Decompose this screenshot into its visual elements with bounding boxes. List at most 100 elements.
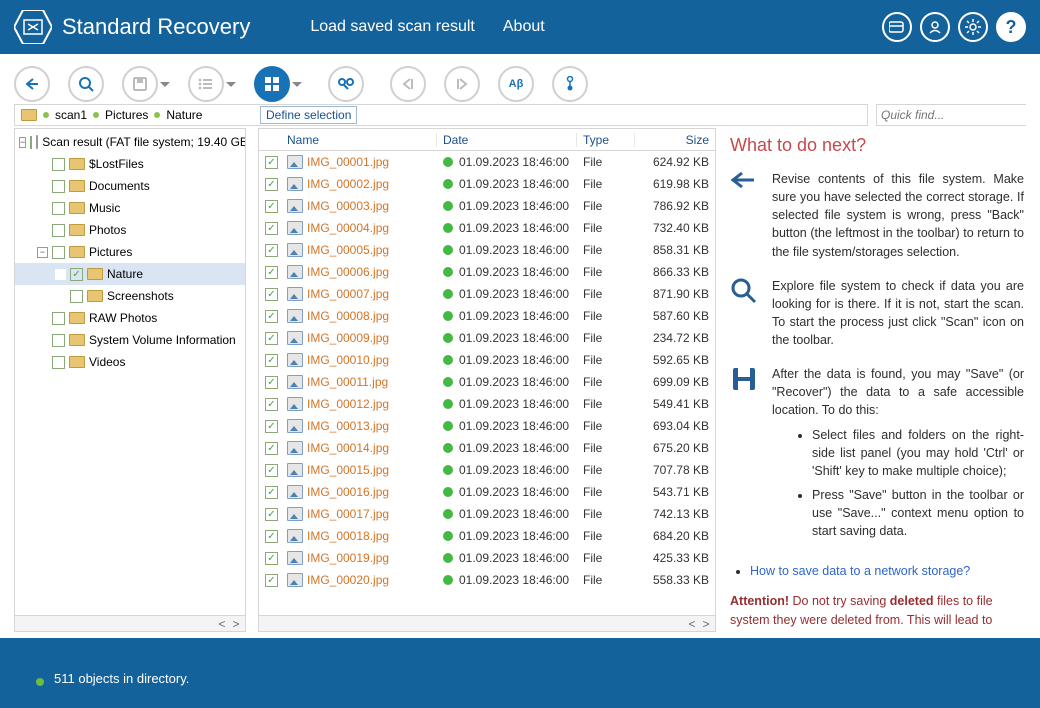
cards-icon[interactable]: [882, 12, 912, 42]
file-row[interactable]: IMG_00019.jpg01.09.2023 18:46:00File425.…: [259, 547, 715, 569]
scan-button[interactable]: [68, 66, 104, 102]
menu-bar: Standard Recovery Load saved scan result…: [0, 0, 1040, 54]
extra-button[interactable]: [552, 66, 588, 102]
tip-text: Revise contents of this file system. Mak…: [772, 170, 1024, 261]
file-row[interactable]: IMG_00020.jpg01.09.2023 18:46:00File558.…: [259, 569, 715, 591]
tree-row[interactable]: −Pictures: [15, 241, 245, 263]
folder-tree[interactable]: −Scan result (FAT file system; 19.40 GB …: [14, 128, 246, 616]
row-checkbox[interactable]: [265, 530, 278, 543]
menu-about[interactable]: About: [503, 18, 545, 36]
row-checkbox[interactable]: [265, 354, 278, 367]
row-checkbox[interactable]: [265, 420, 278, 433]
row-checkbox[interactable]: [265, 376, 278, 389]
save-button[interactable]: [122, 66, 170, 102]
row-checkbox[interactable]: [265, 244, 278, 257]
file-row[interactable]: IMG_00006.jpg01.09.2023 18:46:00File866.…: [259, 261, 715, 283]
list-dropdown-caret[interactable]: [226, 82, 236, 87]
file-row[interactable]: IMG_00007.jpg01.09.2023 18:46:00File871.…: [259, 283, 715, 305]
status-dot-icon: [443, 575, 453, 585]
file-row[interactable]: IMG_00018.jpg01.09.2023 18:46:00File684.…: [259, 525, 715, 547]
row-checkbox[interactable]: [265, 574, 278, 587]
status-dot-icon: [443, 333, 453, 343]
quick-find-input[interactable]: [877, 105, 1040, 125]
tree-row[interactable]: Nature: [15, 263, 245, 285]
row-checkbox[interactable]: [265, 332, 278, 345]
user-icon[interactable]: [920, 12, 950, 42]
selection-dropdown-caret[interactable]: [292, 82, 302, 87]
breadcrumb[interactable]: scan1 Pictures Nature: [14, 104, 868, 126]
file-row[interactable]: IMG_00015.jpg01.09.2023 18:46:00File707.…: [259, 459, 715, 481]
row-checkbox[interactable]: [265, 464, 278, 477]
status-dot-icon: [443, 311, 453, 321]
file-row[interactable]: IMG_00004.jpg01.09.2023 18:46:00File732.…: [259, 217, 715, 239]
file-list-body[interactable]: IMG_00001.jpg01.09.2023 18:46:00File624.…: [259, 151, 715, 615]
image-icon: [287, 309, 303, 323]
tree-row[interactable]: System Volume Information: [15, 329, 245, 351]
file-row[interactable]: IMG_00005.jpg01.09.2023 18:46:00File858.…: [259, 239, 715, 261]
tree-row[interactable]: Screenshots: [15, 285, 245, 307]
file-row[interactable]: IMG_00010.jpg01.09.2023 18:46:00File592.…: [259, 349, 715, 371]
file-hscroll[interactable]: <>: [258, 616, 716, 632]
tree-row[interactable]: RAW Photos: [15, 307, 245, 329]
tooltip: Define selection: [260, 106, 357, 124]
breadcrumb-item[interactable]: Pictures: [105, 108, 148, 122]
help-icon[interactable]: ?: [996, 12, 1026, 42]
file-row[interactable]: IMG_00001.jpg01.09.2023 18:46:00File624.…: [259, 151, 715, 173]
case-button[interactable]: Aβ: [498, 66, 534, 102]
col-date[interactable]: Date: [437, 133, 577, 147]
file-row[interactable]: IMG_00011.jpg01.09.2023 18:46:00File699.…: [259, 371, 715, 393]
file-row[interactable]: IMG_00012.jpg01.09.2023 18:46:00File549.…: [259, 393, 715, 415]
status-dot-icon: [443, 465, 453, 475]
row-checkbox[interactable]: [265, 310, 278, 323]
tree-row[interactable]: Documents: [15, 175, 245, 197]
status-dot-icon: [443, 179, 453, 189]
prev-button[interactable]: [390, 66, 426, 102]
file-row[interactable]: IMG_00008.jpg01.09.2023 18:46:00File587.…: [259, 305, 715, 327]
tree-row[interactable]: −Scan result (FAT file system; 19.40 GB …: [15, 131, 245, 153]
breadcrumb-row: scan1 Pictures Nature: [14, 104, 1026, 126]
row-checkbox[interactable]: [265, 288, 278, 301]
tree-row[interactable]: Music: [15, 197, 245, 219]
tree-hscroll[interactable]: <>: [14, 616, 246, 632]
row-checkbox[interactable]: [265, 178, 278, 191]
row-checkbox[interactable]: [265, 486, 278, 499]
logo[interactable]: Standard Recovery: [14, 10, 250, 44]
row-checkbox[interactable]: [265, 442, 278, 455]
file-row[interactable]: IMG_00009.jpg01.09.2023 18:46:00File234.…: [259, 327, 715, 349]
image-icon: [287, 375, 303, 389]
file-row[interactable]: IMG_00017.jpg01.09.2023 18:46:00File742.…: [259, 503, 715, 525]
settings-icon[interactable]: [958, 12, 988, 42]
file-row[interactable]: IMG_00014.jpg01.09.2023 18:46:00File675.…: [259, 437, 715, 459]
selection-button[interactable]: [254, 66, 302, 102]
save-dropdown-caret[interactable]: [160, 82, 170, 87]
col-name[interactable]: Name: [281, 133, 437, 147]
col-type[interactable]: Type: [577, 133, 635, 147]
find-button[interactable]: [328, 66, 364, 102]
irreversible-link[interactable]: irreversible: [730, 631, 791, 632]
file-row[interactable]: IMG_00003.jpg01.09.2023 18:46:00File786.…: [259, 195, 715, 217]
row-checkbox[interactable]: [265, 156, 278, 169]
col-size[interactable]: Size: [635, 133, 715, 147]
tree-row[interactable]: Photos: [15, 219, 245, 241]
list-button[interactable]: [188, 66, 236, 102]
row-checkbox[interactable]: [265, 552, 278, 565]
row-checkbox[interactable]: [265, 508, 278, 521]
file-row[interactable]: IMG_00016.jpg01.09.2023 18:46:00File543.…: [259, 481, 715, 503]
image-icon: [287, 331, 303, 345]
menu-load-saved[interactable]: Load saved scan result: [310, 18, 475, 36]
row-checkbox[interactable]: [265, 200, 278, 213]
menu-right: ?: [882, 12, 1026, 42]
row-checkbox[interactable]: [265, 266, 278, 279]
row-checkbox[interactable]: [265, 222, 278, 235]
breadcrumb-item[interactable]: Nature: [166, 108, 202, 122]
help-link[interactable]: How to save data to a network storage?: [750, 564, 970, 578]
file-row[interactable]: IMG_00013.jpg01.09.2023 18:46:00File693.…: [259, 415, 715, 437]
menu-links: Load saved scan result About: [310, 18, 544, 36]
next-button[interactable]: [444, 66, 480, 102]
back-button[interactable]: [14, 66, 50, 102]
tree-row[interactable]: $LostFiles: [15, 153, 245, 175]
breadcrumb-item[interactable]: scan1: [55, 108, 87, 122]
row-checkbox[interactable]: [265, 398, 278, 411]
tree-row[interactable]: Videos: [15, 351, 245, 373]
file-row[interactable]: IMG_00002.jpg01.09.2023 18:46:00File619.…: [259, 173, 715, 195]
